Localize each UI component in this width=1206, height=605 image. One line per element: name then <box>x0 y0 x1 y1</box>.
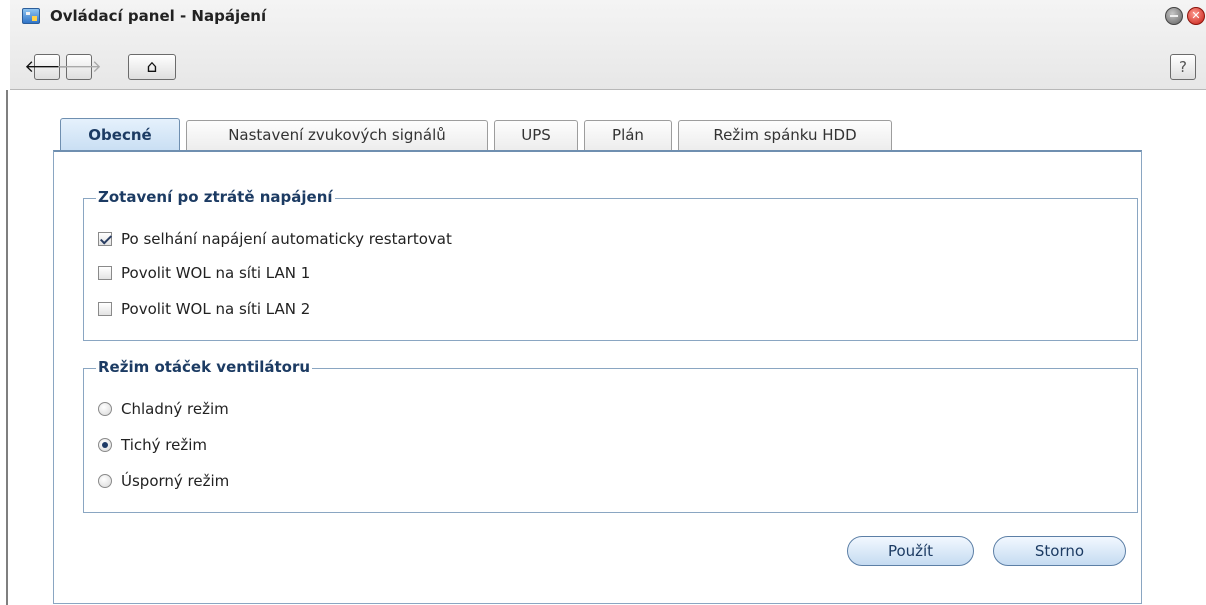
tab-ups[interactable]: UPS <box>494 120 578 151</box>
quiet-mode-radio[interactable] <box>98 438 112 452</box>
low-power-mode-radio[interactable] <box>98 474 112 488</box>
cancel-button[interactable]: Storno <box>993 536 1126 566</box>
wol-lan1-checkbox[interactable] <box>98 266 112 280</box>
arrow-right-icon: 🡒 <box>56 57 102 77</box>
low-power-mode-option[interactable]: Úsporný režim <box>98 472 229 490</box>
wol-lan1-label: Povolit WOL na síti LAN 1 <box>121 264 311 282</box>
low-power-mode-label: Úsporný režim <box>121 472 230 490</box>
window-title: Ovládací panel - Napájení <box>50 7 267 25</box>
auto-restart-option[interactable]: Po selhání napájení automaticky restarto… <box>98 230 452 248</box>
help-button[interactable]: ? <box>1170 54 1196 80</box>
window-left-border <box>6 90 8 605</box>
tab-beep-settings[interactable]: Nastavení zvukových signálů <box>186 120 488 151</box>
forward-button[interactable]: 🡒 <box>56 54 102 80</box>
home-button[interactable]: ⌂ <box>128 54 176 80</box>
control-panel-window: Ovládací panel - Napájení ✕ 🡐 🡒 ⌂ ? Obec… <box>0 0 1206 605</box>
cool-mode-label: Chladný režim <box>121 400 229 418</box>
wol-lan2-checkbox[interactable] <box>98 302 112 316</box>
quiet-mode-option[interactable]: Tichý režim <box>98 436 207 454</box>
fan-mode-legend: Režim otáček ventilátoru <box>96 358 313 376</box>
fan-mode-group: Režim otáček ventilátoru Chladný režim T… <box>83 358 1138 513</box>
power-recovery-legend: Zotavení po ztrátě napájení <box>96 188 335 206</box>
power-recovery-group: Zotavení po ztrátě napájení Po selhání n… <box>83 188 1138 341</box>
cool-mode-option[interactable]: Chladný režim <box>98 400 229 418</box>
home-icon: ⌂ <box>146 57 158 77</box>
minimize-button[interactable] <box>1165 7 1183 25</box>
auto-restart-checkbox[interactable] <box>98 232 112 246</box>
close-button[interactable]: ✕ <box>1187 7 1205 25</box>
auto-restart-label: Po selhání napájení automaticky restarto… <box>121 230 452 248</box>
wol-lan2-label: Povolit WOL na síti LAN 2 <box>121 300 311 318</box>
apply-button[interactable]: Použít <box>847 536 974 566</box>
quiet-mode-label: Tichý režim <box>121 436 207 454</box>
cool-mode-radio[interactable] <box>98 402 112 416</box>
tab-hdd-hibernation[interactable]: Režim spánku HDD <box>678 120 892 151</box>
title-bar: Ovládací panel - Napájení ✕ 🡐 🡒 ⌂ ? <box>10 0 1206 90</box>
tab-general[interactable]: Obecné <box>60 118 180 152</box>
tab-schedule[interactable]: Plán <box>584 120 672 151</box>
wol-lan2-option[interactable]: Povolit WOL na síti LAN 2 <box>98 300 310 318</box>
wol-lan1-option[interactable]: Povolit WOL na síti LAN 1 <box>98 264 310 282</box>
control-panel-icon <box>22 8 40 24</box>
